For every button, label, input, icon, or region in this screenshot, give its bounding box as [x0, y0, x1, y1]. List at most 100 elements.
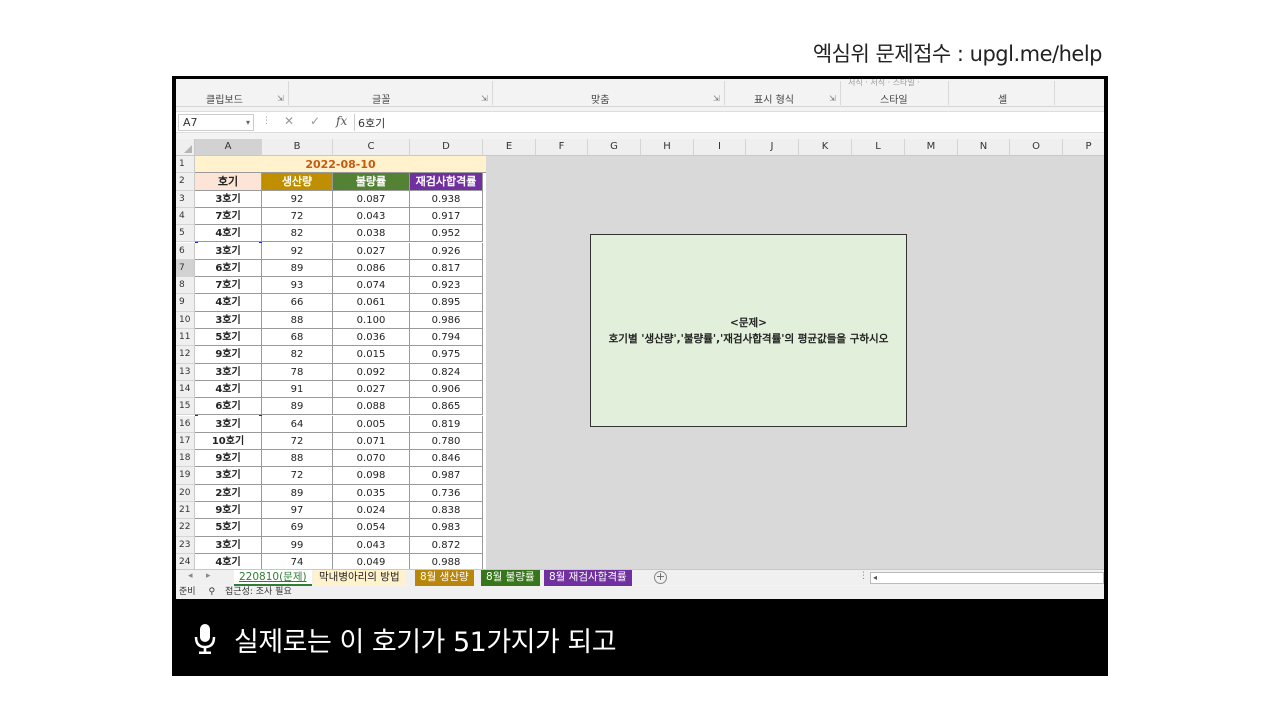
row-header[interactable]: 14 — [176, 380, 195, 399]
table-cell[interactable]: 4호기 — [195, 294, 262, 312]
sheet-tab[interactable]: 8월 재검사합격률 — [544, 570, 632, 586]
table-cell[interactable]: 0.098 — [333, 467, 410, 485]
row-header[interactable]: 7 — [176, 259, 195, 278]
table-cell[interactable]: 6호기 — [195, 398, 262, 416]
table-cell[interactable]: 0.838 — [410, 502, 483, 520]
table-cell[interactable]: 89 — [262, 484, 333, 502]
row-header[interactable]: 11 — [176, 329, 195, 347]
table-cell[interactable]: 4호기 — [195, 380, 262, 399]
cancel-icon[interactable]: ✕ — [284, 114, 294, 128]
row-header[interactable]: 8 — [176, 277, 195, 295]
name-box[interactable]: A7 ▾ — [178, 114, 254, 131]
row-header[interactable]: 19 — [176, 467, 195, 485]
column-header-i[interactable]: I — [694, 139, 746, 156]
accessibility-icon[interactable]: ⚲ — [208, 587, 215, 597]
tab-nav-left-icon[interactable]: ◂ — [188, 571, 193, 581]
table-cell[interactable]: 0.092 — [333, 363, 410, 381]
table-cell[interactable]: 0.917 — [410, 207, 483, 226]
table-cell[interactable]: 0.819 — [410, 415, 483, 433]
ribbon-group-clipboard[interactable]: 클립보드 — [206, 91, 243, 106]
tab-nav-right-icon[interactable]: ▸ — [206, 571, 211, 581]
column-header-j[interactable]: J — [746, 139, 799, 156]
table-cell[interactable]: 89 — [262, 398, 333, 416]
table-cell[interactable]: 5호기 — [195, 519, 262, 537]
table-cell[interactable]: 0.049 — [333, 553, 410, 569]
table-cell[interactable]: 97 — [262, 502, 333, 520]
table-cell[interactable]: 0.043 — [333, 207, 410, 226]
table-cell[interactable]: 72 — [262, 207, 333, 226]
formula-input[interactable]: 6호기 — [358, 115, 385, 131]
table-cell[interactable]: 69 — [262, 519, 333, 537]
column-header-m[interactable]: M — [905, 139, 958, 156]
chevron-down-icon[interactable]: ▾ — [246, 115, 250, 130]
row-header[interactable]: 6 — [176, 242, 195, 260]
add-sheet-icon[interactable]: + — [654, 571, 667, 584]
table-cell[interactable]: 0.027 — [333, 380, 410, 399]
dialog-launcher-icon[interactable]: ⇲ — [481, 94, 488, 103]
table-cell[interactable]: 0.100 — [333, 311, 410, 329]
row-header[interactable]: 13 — [176, 363, 195, 381]
ribbon-group-alignment[interactable]: 맞춤 — [591, 91, 609, 106]
header-cell[interactable]: 호기 — [195, 173, 262, 191]
table-cell[interactable]: 82 — [262, 225, 333, 243]
column-header-o[interactable]: O — [1010, 139, 1063, 156]
row-header[interactable]: 21 — [176, 502, 195, 520]
sheet-tab[interactable]: 8월 생산량 — [415, 570, 474, 586]
dialog-launcher-icon[interactable]: ⇲ — [277, 94, 284, 103]
table-cell[interactable]: 66 — [262, 294, 333, 312]
table-cell[interactable]: 0.024 — [333, 502, 410, 520]
sheet-tab[interactable]: 220810(문제) — [234, 570, 312, 586]
column-header-p[interactable]: P — [1063, 139, 1104, 156]
table-cell[interactable]: 72 — [262, 467, 333, 485]
horizontal-scrollbar[interactable]: ◂ — [870, 572, 1104, 584]
select-all-corner[interactable] — [176, 139, 195, 156]
table-cell[interactable]: 0.846 — [410, 450, 483, 468]
table-cell[interactable]: 68 — [262, 329, 333, 347]
column-header-g[interactable]: G — [588, 139, 641, 156]
table-cell[interactable]: 3호기 — [195, 415, 262, 433]
table-cell[interactable]: 0.061 — [333, 294, 410, 312]
dialog-launcher-icon[interactable]: ⇲ — [713, 94, 720, 103]
column-header-l[interactable]: L — [852, 139, 905, 156]
table-cell[interactable]: 0.952 — [410, 225, 483, 243]
table-cell[interactable]: 0.015 — [333, 346, 410, 364]
column-header-b[interactable]: B — [262, 139, 333, 156]
table-cell[interactable]: 3호기 — [195, 363, 262, 381]
table-cell[interactable]: 0.074 — [333, 277, 410, 295]
table-cell[interactable]: 0.038 — [333, 225, 410, 243]
row-header[interactable]: 1 — [176, 156, 195, 174]
table-cell[interactable]: 0.923 — [410, 277, 483, 295]
row-header[interactable]: 9 — [176, 294, 195, 312]
table-cell[interactable]: 0.975 — [410, 346, 483, 364]
column-header-k[interactable]: K — [799, 139, 852, 156]
column-header-n[interactable]: N — [958, 139, 1010, 156]
table-cell[interactable]: 3호기 — [195, 467, 262, 485]
table-cell[interactable]: 0.054 — [333, 519, 410, 537]
row-header[interactable]: 15 — [176, 398, 195, 416]
table-cell[interactable]: 4호기 — [195, 553, 262, 569]
ribbon-group-number[interactable]: 표시 형식 — [754, 91, 794, 106]
more-options-icon[interactable]: ⋮ — [262, 116, 271, 126]
table-cell[interactable]: 93 — [262, 277, 333, 295]
row-header[interactable]: 10 — [176, 311, 195, 329]
table-cell[interactable]: 9호기 — [195, 346, 262, 364]
table-cell[interactable]: 99 — [262, 536, 333, 554]
row-header[interactable]: 4 — [176, 207, 195, 226]
table-cell[interactable]: 0.070 — [333, 450, 410, 468]
column-header-e[interactable]: E — [483, 139, 536, 156]
table-cell[interactable]: 0.088 — [333, 398, 410, 416]
column-header-f[interactable]: F — [536, 139, 588, 156]
problem-box[interactable]: <문제> 호기별 '생산량','불량률','재검사합격률'의 평균값들을 구하시… — [590, 234, 907, 427]
table-cell[interactable]: 7호기 — [195, 207, 262, 226]
column-header-a[interactable]: A — [195, 139, 262, 156]
row-header[interactable]: 17 — [176, 432, 195, 451]
table-cell[interactable]: 3호기 — [195, 536, 262, 554]
row-header[interactable]: 12 — [176, 346, 195, 364]
table-cell[interactable]: 0.736 — [410, 484, 483, 502]
table-cell[interactable]: 0.005 — [333, 415, 410, 433]
table-cell[interactable]: 0.086 — [333, 259, 410, 278]
table-cell[interactable]: 0.035 — [333, 484, 410, 502]
table-cell[interactable]: 9호기 — [195, 502, 262, 520]
table-cell[interactable]: 3호기 — [195, 242, 262, 260]
row-header[interactable]: 18 — [176, 450, 195, 468]
